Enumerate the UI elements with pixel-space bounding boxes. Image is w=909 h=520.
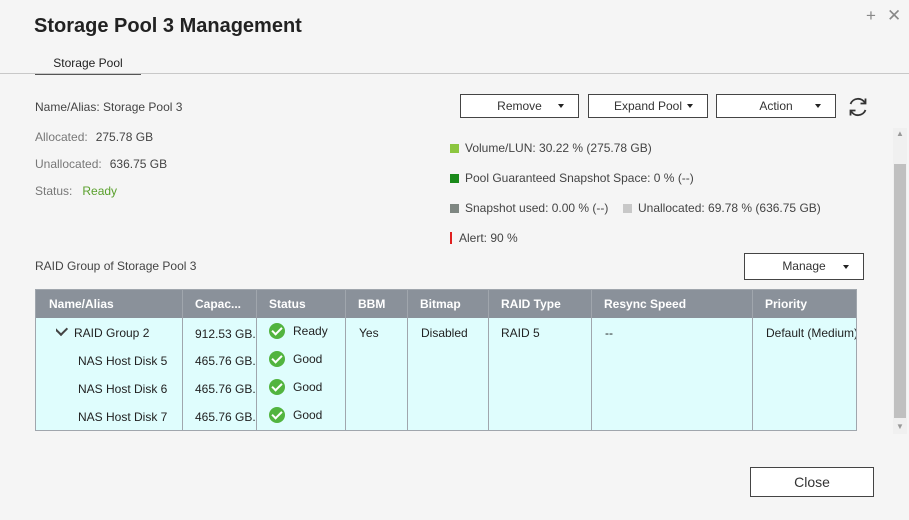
raid-group-bbm: Yes <box>359 326 379 340</box>
expand-pool-button-label: Expand Pool <box>613 99 683 113</box>
legend-alert: Alert: 90 % <box>450 231 518 245</box>
chevron-down-icon <box>815 104 821 108</box>
raid-group-capacity: 912.53 GB... <box>195 327 255 341</box>
check-circle-icon <box>269 379 285 395</box>
check-circle-icon <box>269 407 285 423</box>
legend-guaranteed: Pool Guaranteed Snapshot Space: 0 % (--) <box>450 171 694 185</box>
manage-button-label: Manage <box>782 259 826 273</box>
column-divider <box>182 290 183 430</box>
disk-capacity: 465.76 GB... <box>195 354 255 368</box>
column-divider <box>488 290 489 430</box>
pool-name: Name/Alias: Storage Pool 3 <box>35 100 183 114</box>
col-capacity[interactable]: Capac... <box>182 290 256 318</box>
column-divider <box>407 290 408 430</box>
allocated-info: Allocated: 275.78 GB <box>35 130 153 144</box>
check-circle-icon <box>269 323 285 339</box>
legend-snapshot: Snapshot used: 0.00 % (--) <box>450 201 608 215</box>
expand-pool-button[interactable]: Expand Pool <box>588 94 708 118</box>
legend-guaranteed-text: Pool Guaranteed Snapshot Space: 0 % (--) <box>465 171 694 185</box>
col-raid-type[interactable]: RAID Type <box>488 290 591 318</box>
legend-volume: Volume/LUN: 30.22 % (275.78 GB) <box>450 141 652 155</box>
column-divider <box>591 290 592 430</box>
add-icon[interactable]: + <box>866 6 876 26</box>
legend-unallocated: Unallocated: 69.78 % (636.75 GB) <box>623 201 821 215</box>
alert-marker <box>450 232 452 244</box>
raid-group-status: Ready <box>293 324 328 338</box>
col-bitmap[interactable]: Bitmap <box>407 290 488 318</box>
disk-status: Good <box>293 408 323 422</box>
volume-swatch <box>450 143 459 153</box>
allocated-value: 275.78 GB <box>95 130 154 144</box>
legend-snapshot-text: Snapshot used: 0.00 % (--) <box>465 201 609 215</box>
raid-group-name-cell: RAID Group 2 <box>56 326 182 340</box>
remove-button[interactable]: Remove <box>460 94 579 118</box>
tab-storage-pool[interactable]: Storage Pool <box>35 53 141 75</box>
disk-status-cell: Good <box>269 379 345 395</box>
chevron-down-icon <box>558 104 564 108</box>
raid-group-resync: -- <box>605 326 613 340</box>
raid-group-status-cell: Ready <box>269 323 345 339</box>
chevron-down-icon <box>843 265 849 269</box>
disk-name: NAS Host Disk 5 <box>78 354 168 368</box>
refresh-icon[interactable] <box>846 95 870 119</box>
dialog-title: Storage Pool 3 Management <box>34 15 302 37</box>
unallocated-info: Unallocated: 636.75 GB <box>35 157 167 171</box>
disk-capacity: 465.76 GB... <box>195 382 255 396</box>
action-button-label: Action <box>759 99 793 113</box>
col-priority[interactable]: Priority <box>752 290 856 318</box>
remove-button-label: Remove <box>497 99 542 113</box>
status-badge: Ready <box>82 184 118 198</box>
disk-status-cell: Good <box>269 351 345 367</box>
action-button[interactable]: Action <box>716 94 836 118</box>
legend-volume-text: Volume/LUN: 30.22 % (275.78 GB) <box>465 141 652 155</box>
manage-button[interactable]: Manage <box>744 253 864 280</box>
disk-name: NAS Host Disk 7 <box>78 410 168 424</box>
col-status[interactable]: Status <box>256 290 345 318</box>
close-button[interactable]: Close <box>750 467 874 497</box>
scrollbar-thumb[interactable] <box>894 164 906 418</box>
close-icon[interactable]: ✕ <box>887 6 901 26</box>
column-divider <box>256 290 257 430</box>
raid-group-name: RAID Group 2 <box>74 326 150 340</box>
disk-status: Good <box>293 352 323 366</box>
column-divider <box>345 290 346 430</box>
unallocated-swatch <box>623 203 632 213</box>
raid-table: Name/Alias Capac... Status BBM Bitmap RA… <box>35 289 857 431</box>
scroll-down-icon[interactable]: ▼ <box>896 422 904 431</box>
legend-unallocated-text: Unallocated: 69.78 % (636.75 GB) <box>638 201 821 215</box>
raid-group-raid-type: RAID 5 <box>501 326 540 340</box>
col-bbm[interactable]: BBM <box>345 290 407 318</box>
unallocated-label: Unallocated: <box>35 157 102 171</box>
raid-group-priority: Default (Medium) <box>766 326 856 340</box>
col-name[interactable]: Name/Alias <box>36 290 182 318</box>
disk-capacity: 465.76 GB... <box>195 410 255 424</box>
guaranteed-swatch <box>450 173 459 183</box>
legend-alert-text: Alert: 90 % <box>459 231 518 245</box>
column-divider <box>752 290 753 430</box>
col-resync-speed[interactable]: Resync Speed <box>591 290 752 318</box>
disk-status: Good <box>293 380 323 394</box>
tab-divider <box>0 73 909 74</box>
status-label: Status: <box>35 184 73 198</box>
scroll-up-icon[interactable]: ▲ <box>896 129 904 138</box>
chevron-down-icon[interactable] <box>56 326 69 337</box>
raid-section-title: RAID Group of Storage Pool 3 <box>35 259 197 273</box>
allocated-label: Allocated: <box>35 130 88 144</box>
chevron-down-icon <box>687 104 693 108</box>
disk-name: NAS Host Disk 6 <box>78 382 168 396</box>
status-info: Status: Ready <box>35 184 117 198</box>
check-circle-icon <box>269 351 285 367</box>
unallocated-value: 636.75 GB <box>109 157 168 171</box>
table-header: Name/Alias Capac... Status BBM Bitmap RA… <box>36 290 856 318</box>
disk-status-cell: Good <box>269 407 345 423</box>
snapshot-swatch <box>450 203 459 213</box>
raid-group-bitmap: Disabled <box>421 326 468 340</box>
